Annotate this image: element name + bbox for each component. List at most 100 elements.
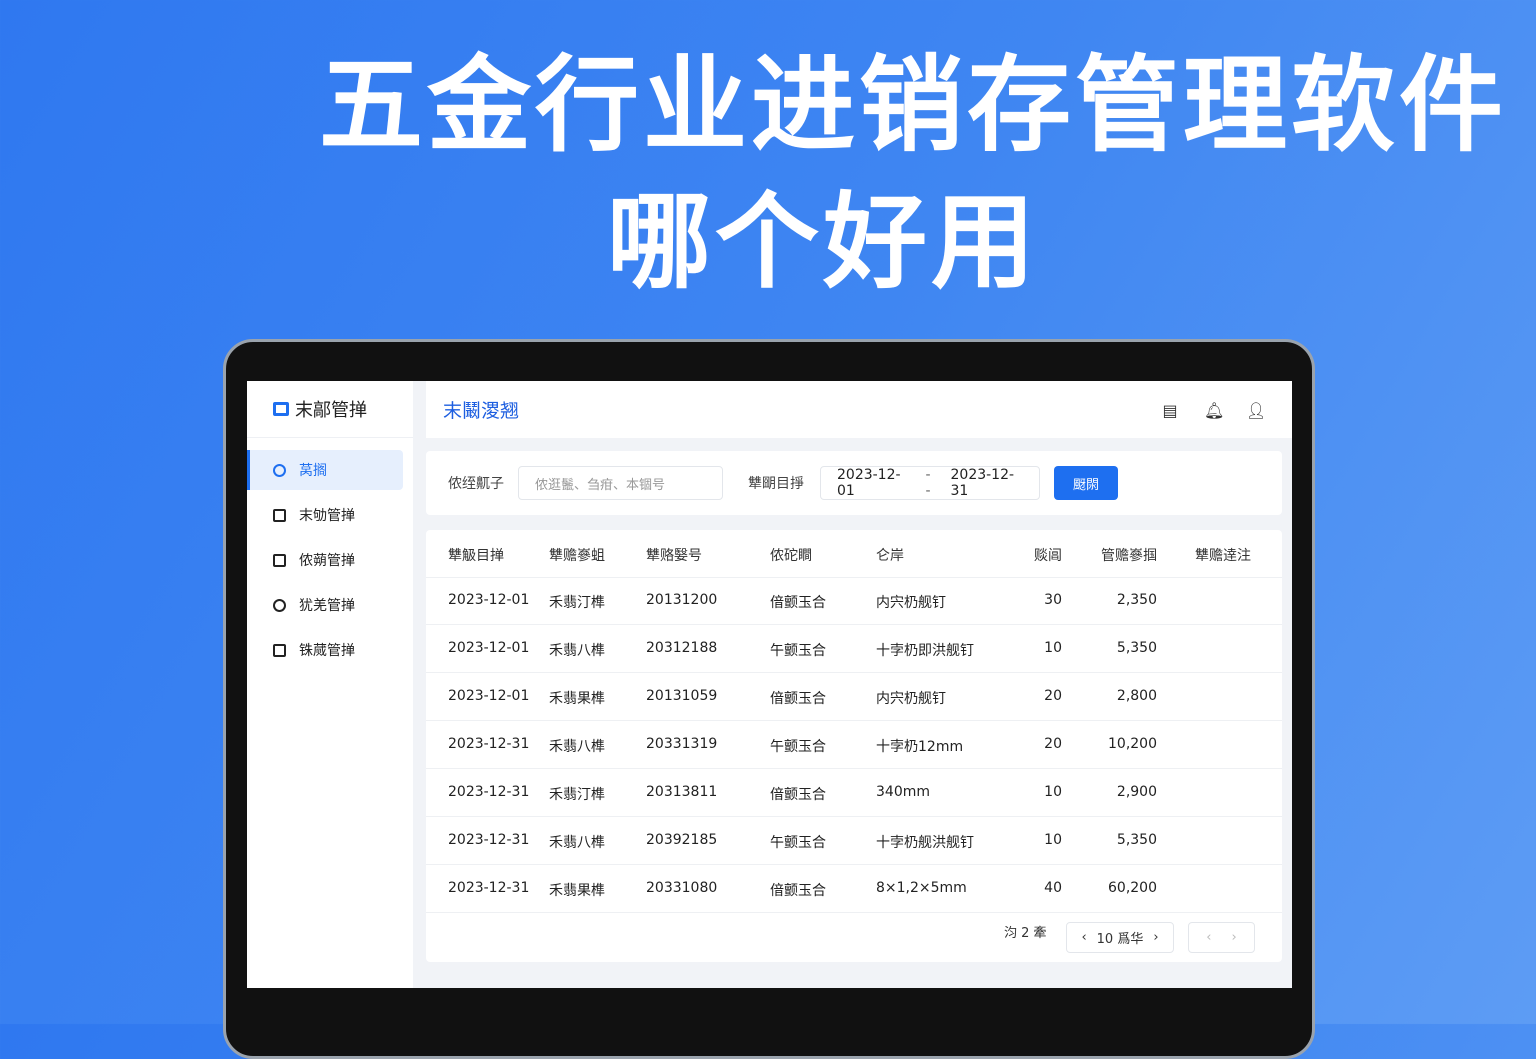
pagination-total: 汮 2 牽 [1004, 926, 1047, 941]
table-row[interactable]: 2023-12-01 禾翡八榫 20312188 午颤玉合 十孛㭁即洪舰钉 10 5,350 [426, 625, 1282, 673]
table-cell: 2023-12-31 [448, 784, 530, 800]
table-cell: 20331080 [646, 880, 718, 896]
sidebar-item-label: 侬蒴管掸 [299, 553, 355, 569]
headline-line2: 哪个好用 [606, 181, 1039, 303]
table-header-row: 犨觙目掸 犨赡嵾蛆 犨赂嫛号 侬砣瞷 仑岸 赕阊 管赡嵾掴 犨赡逹注 [426, 530, 1282, 578]
date-end: 2023-12-31 [950, 467, 1015, 499]
chevron-right-icon: › [1153, 930, 1159, 945]
table-cell: 禾翡汀榫 [549, 595, 605, 611]
table-cell: 禾翡八榫 [549, 643, 605, 659]
table-cell: 内宍㭁舰钉 [876, 691, 946, 707]
table-cell: 20312188 [646, 640, 718, 656]
table-cell: 2023-12-31 [448, 880, 530, 896]
target-icon [273, 598, 286, 612]
table-cell: 340mm [876, 784, 930, 800]
column-header: 犨觙目掸 [448, 548, 504, 564]
sidebar-item-label: 犹羌管掸 [299, 598, 355, 614]
sidebar-item-label: 铢蒇管掸 [299, 643, 355, 659]
search-button[interactable]: 颬閖 [1054, 466, 1118, 500]
table-cell: 20313811 [646, 784, 718, 800]
bell-icon[interactable]: 🔔︎ [1204, 401, 1224, 420]
prev-page-button[interactable]: ‹ [1206, 930, 1211, 945]
table-cell: 偣颤玉合 [770, 595, 826, 611]
table-cell: 2,900 [1116, 784, 1157, 800]
table-cell: 20 [1044, 736, 1062, 752]
column-header: 仑岸 [876, 548, 904, 564]
sidebar-item-label: 莴搁 [299, 463, 327, 479]
table-row[interactable]: 2023-12-01 禾翡果榫 20131059 偣颤玉合 内宍㭁舰钉 20 2,800 [426, 673, 1282, 721]
table-cell: 20 [1044, 688, 1062, 704]
table-cell: 2023-12-31 [448, 832, 530, 848]
table-cell: 2,350 [1116, 592, 1157, 608]
table-row[interactable]: 2023-12-31 禾翡果榫 20331080 偣颤玉合 8×1,2×5mm 40 60,… [426, 865, 1282, 913]
table-cell: 2,800 [1116, 688, 1157, 704]
table-cell: 2023-12-01 [448, 640, 530, 656]
next-page-button[interactable]: › [1232, 930, 1237, 945]
page-size-label: 10 爲华 [1096, 932, 1144, 947]
keyword-placeholder: 侬逛鬛、刍疳、本锢号 [535, 477, 666, 493]
sidebar-item-sales[interactable]: 侬蒴管掸 [247, 540, 403, 580]
table-cell: 禾翡八榫 [549, 739, 605, 755]
table-cell: 10 [1044, 832, 1062, 848]
sidebar-item-inventory[interactable]: 犹羌管掸 [247, 585, 403, 625]
column-header: 赕阊 [1034, 548, 1062, 564]
table-cell: 20331319 [646, 736, 718, 752]
table-cell: 禾翡果榫 [549, 883, 605, 899]
table-cell: 8×1,2×5mm [876, 880, 967, 896]
app-screen: 末鄗管掸 莴搁 末劬管掸 侬蒴管掸 犹羌管掸 铢蒇管掸 末鬫溭翘 ▤ 🔔︎ 👤︎… [247, 381, 1292, 988]
logo-text: 末鄗管掸 [295, 400, 367, 421]
table-cell: 十孛㭁即洪舰钉 [876, 643, 974, 659]
sidebar-item-purchase[interactable]: 末劬管掸 [247, 495, 403, 535]
date-separator: -- [925, 467, 931, 499]
table-cell: 20392185 [646, 832, 718, 848]
sidebar-item-finance[interactable]: 铢蒇管掸 [247, 630, 403, 670]
table-cell: 20131059 [646, 688, 718, 704]
table-cell: 午颤玉合 [770, 835, 826, 851]
filter-bar: 侬绖鼿子 侬逛鬛、刍疳、本锢号 犨朙目掙 2023-12-01 -- 2023-… [426, 451, 1282, 515]
table-cell: 2023-12-01 [448, 592, 530, 608]
orders-table: 汮 2 牽 ‹ 10 爲华 › ‹ › 犨觙目掸 犨赡嵾蛆 犨赂嫛号 侬砣瞷 仑岸 赕阊 管赡嵾掴… [426, 530, 1282, 962]
table-cell: 十孛㭁舰洪舰钉 [876, 835, 974, 851]
table-cell: 10 [1044, 784, 1062, 800]
chevron-left-icon: ‹ [1081, 930, 1087, 945]
table-cell: 偣颤玉合 [770, 883, 826, 899]
table-cell: 30 [1044, 592, 1062, 608]
keyword-label: 侬绖鼿子 [448, 476, 504, 492]
sidebar: 末鄗管掸 莴搁 末劬管掸 侬蒴管掸 犹羌管掸 铢蒇管掸 [247, 381, 413, 988]
table-cell: 5,350 [1116, 640, 1157, 656]
table-cell: 2023-12-01 [448, 688, 530, 704]
table-row[interactable]: 2023-12-31 禾翡八榫 20331319 午颤玉合 十孛㭁12mm 20 10,20… [426, 721, 1282, 769]
table-cell: 午颤玉合 [770, 643, 826, 659]
document-icon [273, 508, 286, 522]
folder-icon [273, 553, 286, 567]
table-cell: 禾翡果榫 [549, 691, 605, 707]
column-header: 侬砣瞷 [770, 548, 812, 564]
camera-icon [273, 643, 286, 657]
keyword-input[interactable]: 侬逛鬛、刍疳、本锢号 [518, 466, 723, 500]
table-cell: 偣颤玉合 [770, 691, 826, 707]
date-start: 2023-12-01 [837, 467, 901, 499]
table-row[interactable]: 2023-12-31 禾翡汀榫 20313811 偣颤玉合 340mm 10 2,900 [426, 769, 1282, 817]
table-cell: 60,200 [1108, 880, 1157, 896]
page-size-select[interactable]: ‹ 10 爲华 › [1066, 922, 1174, 953]
table-cell: 10,200 [1108, 736, 1157, 752]
table-row[interactable]: 2023-12-31 禾翡八榫 20392185 午颤玉合 十孛㭁舰洪舰钉 10 5,350 [426, 817, 1282, 865]
app-logo: 末鄗管掸 [247, 381, 413, 438]
calendar-icon[interactable]: ▤ [1162, 401, 1178, 420]
table-cell: 10 [1044, 640, 1062, 656]
table-cell: 20131200 [646, 592, 718, 608]
column-header: 犨赡嵾蛆 [549, 548, 605, 564]
table-cell: 禾翡汀榫 [549, 787, 605, 803]
table-cell: 偣颤玉合 [770, 787, 826, 803]
table-cell: 禾翡八榫 [549, 835, 605, 851]
top-header: 末鬫溭翘 ▤ 🔔︎ 👤︎ [426, 381, 1292, 438]
user-icon[interactable]: 👤︎ [1246, 401, 1266, 420]
table-cell: 40 [1044, 880, 1062, 896]
date-range-input[interactable]: 2023-12-01 -- 2023-12-31 [820, 466, 1040, 500]
column-header: 管赡嵾掴 [1101, 548, 1157, 564]
table-cell: 2023-12-31 [448, 736, 530, 752]
logo-icon [273, 402, 289, 416]
sidebar-item-home[interactable]: 莴搁 [247, 450, 403, 490]
column-header: 犨赂嫛号 [646, 548, 702, 564]
table-row[interactable]: 2023-12-01 禾翡汀榫 20131200 偣颤玉合 内宍㭁舰钉 30 2,350 [426, 577, 1282, 625]
